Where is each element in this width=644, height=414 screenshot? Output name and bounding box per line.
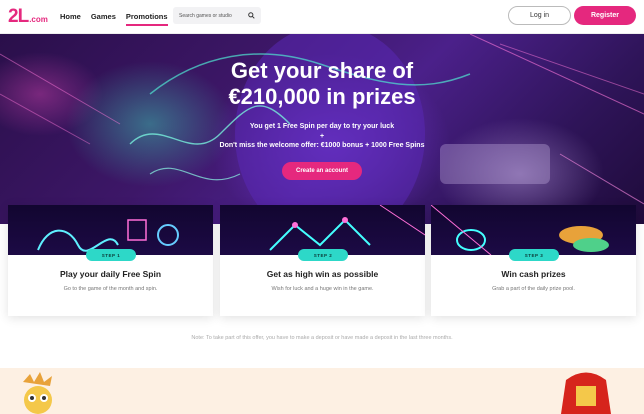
- step-description: Wish for luck and a huge win in the game…: [271, 286, 374, 292]
- search-input[interactable]: Search games or studio: [173, 7, 261, 24]
- step-title: Play your daily Free Spin: [59, 269, 162, 279]
- create-account-button[interactable]: Create an account: [282, 162, 362, 180]
- top-header: 2L .com Home Games Promotions Search gam…: [0, 0, 644, 34]
- hero-title-line1: Get your share of: [230, 58, 414, 83]
- step-title: Win cash prizes: [501, 269, 566, 279]
- offer-note: Note: To take part of this offer, you ha…: [191, 335, 453, 341]
- nav-home[interactable]: Home: [60, 12, 81, 26]
- promo-strip: [0, 368, 644, 414]
- step-description: Grab a part of the daily prize pool.: [492, 286, 575, 292]
- step-description: Go to the game of the month and spin.: [63, 286, 158, 292]
- bee-character-image: [23, 372, 52, 414]
- search-placeholder: Search games or studio: [179, 12, 232, 19]
- logo-suffix: .com: [29, 15, 48, 24]
- step-3-artwork: [431, 205, 609, 255]
- hero-sub-line3: Don't miss the welcome offer: €1000 bonu…: [219, 142, 425, 149]
- main-nav: Home Games Promotions: [60, 12, 168, 26]
- step-1-artwork: [37, 219, 179, 252]
- step-1-image: [8, 205, 213, 255]
- step-badge: STEP 3: [509, 249, 559, 261]
- step-2-image: [220, 205, 425, 255]
- hero-title-line2: €210,000 in prizes: [228, 84, 416, 109]
- lantern-image: [561, 372, 611, 414]
- step-badge: STEP 1: [86, 249, 136, 261]
- hero-subtitle: You get 1 Free Spin per day to try your …: [0, 122, 644, 151]
- login-button[interactable]: Log in: [508, 6, 571, 25]
- step-2-artwork: [269, 205, 425, 251]
- search-icon[interactable]: [248, 12, 255, 19]
- step-3-image: [431, 205, 636, 255]
- step-card-3: STEP 3 Win cash prizes Grab a part of th…: [431, 205, 636, 316]
- step-card-2: STEP 2 Get as high win as possible Wish …: [220, 205, 425, 316]
- hero-banner: Get your share of €210,000 in prizes You…: [0, 34, 644, 224]
- hero-sub-line2: +: [319, 132, 325, 140]
- step-card-1: STEP 1 Play your daily Free Spin Go to t…: [8, 205, 213, 316]
- step-title: Get as high win as possible: [266, 269, 379, 279]
- register-button[interactable]: Register: [574, 6, 636, 25]
- nav-promotions[interactable]: Promotions: [125, 12, 168, 26]
- step-badge: STEP 2: [298, 249, 348, 261]
- hero-sub-line1: You get 1 Free Spin per day to try your …: [249, 123, 395, 130]
- hero-title: Get your share of €210,000 in prizes: [0, 58, 644, 110]
- logo-mark: 2L: [8, 6, 29, 27]
- nav-games[interactable]: Games: [91, 12, 116, 26]
- site-logo[interactable]: 2L .com: [8, 6, 48, 27]
